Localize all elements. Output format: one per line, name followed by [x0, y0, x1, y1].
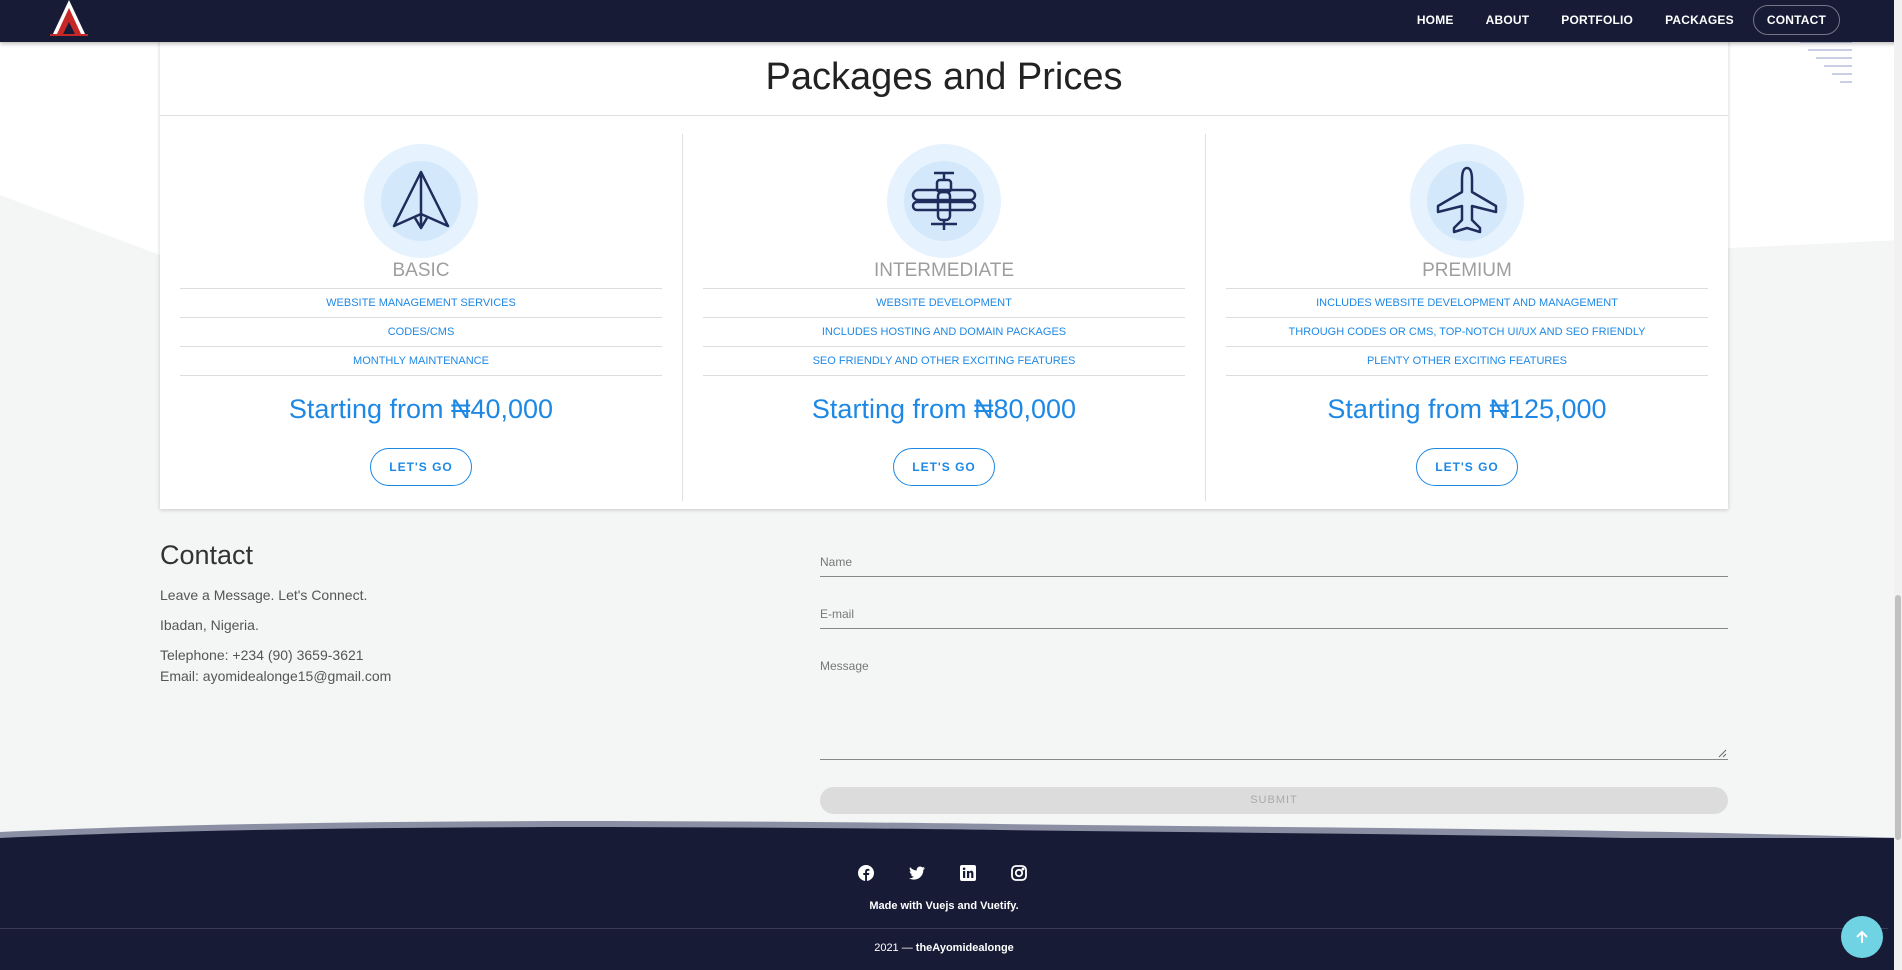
package-price: Starting from ₦40,000 — [288, 394, 554, 424]
email-field[interactable]: E-mail — [820, 604, 1728, 629]
twitter-icon[interactable] — [909, 865, 925, 881]
lets-go-button[interactable]: LET'S GO — [893, 448, 995, 486]
arrow-up-icon — [1856, 930, 1868, 943]
made-with-text: Made with Vuejs and Vuetify. — [869, 900, 1019, 912]
contact-title: Contact — [160, 540, 254, 570]
packages-card: Packages and Prices BASIC WEBSITE MANAGE… — [160, 36, 1728, 509]
social-links — [858, 865, 1027, 881]
package-price: Starting from ₦125,000 — [1327, 394, 1607, 424]
footer: Made with Vuejs and Vuetify. 2021 — theA… — [0, 838, 1902, 970]
biplane-icon — [911, 171, 977, 230]
resize-handle-icon[interactable] — [1718, 749, 1727, 758]
feature-item: INCLUDES HOSTING AND DOMAIN PACKAGES — [703, 318, 1185, 347]
feature-item: SEO FRIENDLY AND OTHER EXCITING FEATURES — [703, 347, 1185, 376]
lets-go-button[interactable]: LET'S GO — [370, 448, 472, 486]
contact-form: Name E-mail Message SUBMIT — [820, 552, 1728, 814]
package-icon-circle — [364, 144, 478, 258]
instagram-icon[interactable] — [1011, 865, 1027, 881]
contact-tagline: Leave a Message. Let's Connect. — [160, 587, 368, 603]
message-placeholder: Message — [820, 659, 869, 673]
feature-item: THROUGH CODES OR CMS, TOP-NOTCH UI/UX AN… — [1226, 318, 1708, 347]
message-field[interactable]: Message — [820, 656, 1728, 760]
copyright: 2021 — theAyomidealonge — [0, 942, 1888, 954]
package-basic: BASIC WEBSITE MANAGEMENT SERVICES CODES/… — [160, 134, 683, 501]
contact-email: Email: ayomidealonge15@gmail.com — [160, 668, 392, 684]
package-premium: PREMIUM INCLUDES WEBSITE DEVELOPMENT AND… — [1206, 134, 1728, 501]
feature-item: MONTHLY MAINTENANCE — [180, 347, 662, 376]
top-navbar: HOME ABOUT PORTFOLIO PACKAGES CONTACT — [0, 0, 1902, 42]
lets-go-button[interactable]: LET'S GO — [1416, 448, 1518, 486]
nav-packages[interactable]: PACKAGES — [1652, 6, 1747, 34]
scrollbar-thumb[interactable] — [1895, 595, 1901, 840]
main-nav: HOME ABOUT PORTFOLIO PACKAGES CONTACT — [1404, 5, 1840, 35]
nav-home[interactable]: HOME — [1404, 6, 1467, 34]
page-scrollbar[interactable] — [1894, 0, 1902, 970]
feature-item: PLENTY OTHER EXCITING FEATURES — [1226, 347, 1708, 376]
linkedin-icon[interactable] — [960, 865, 976, 881]
package-features: INCLUDES WEBSITE DEVELOPMENT AND MANAGEM… — [1226, 288, 1708, 376]
package-name: INTERMEDIATE — [873, 260, 1015, 281]
brand-logo[interactable] — [48, 0, 90, 38]
package-icon-circle — [1410, 144, 1524, 258]
name-field[interactable]: Name — [820, 552, 1728, 577]
airplane-icon — [1436, 166, 1498, 234]
package-features: WEBSITE MANAGEMENT SERVICES CODES/CMS MO… — [180, 288, 662, 376]
feature-item: WEBSITE DEVELOPMENT — [703, 289, 1185, 318]
contact-telephone: Telephone: +234 (90) 3659-3621 — [160, 647, 364, 663]
package-name: BASIC — [392, 260, 450, 281]
contact-location: Ibadan, Nigeria. — [160, 617, 259, 633]
footer-divider — [0, 928, 1888, 929]
nav-contact[interactable]: CONTACT — [1752, 5, 1840, 35]
facebook-icon[interactable] — [858, 865, 874, 881]
contact-info: Contact Leave a Message. Let's Connect. … — [160, 540, 391, 687]
copyright-year: 2021 — — [874, 942, 913, 954]
packages-title: Packages and Prices — [160, 36, 1728, 116]
submit-button[interactable]: SUBMIT — [820, 787, 1728, 814]
package-intermediate: INTERMEDIATE WEBSITE DEVELOPMENT INCLUDE… — [683, 134, 1206, 501]
packages-row: BASIC WEBSITE MANAGEMENT SERVICES CODES/… — [160, 134, 1728, 501]
scroll-to-top-button[interactable] — [1841, 916, 1883, 958]
package-icon-circle — [887, 144, 1001, 258]
paper-plane-icon — [392, 170, 450, 230]
nav-portfolio[interactable]: PORTFOLIO — [1548, 6, 1646, 34]
nav-about[interactable]: ABOUT — [1473, 6, 1543, 34]
package-name: PREMIUM — [1422, 260, 1512, 281]
package-price: Starting from ₦80,000 — [811, 394, 1077, 424]
package-features: WEBSITE DEVELOPMENT INCLUDES HOSTING AND… — [703, 288, 1185, 376]
feature-item: INCLUDES WEBSITE DEVELOPMENT AND MANAGEM… — [1226, 289, 1708, 318]
copyright-owner[interactable]: theAyomidealonge — [916, 942, 1014, 954]
feature-item: WEBSITE MANAGEMENT SERVICES — [180, 289, 662, 318]
feature-item: CODES/CMS — [180, 318, 662, 347]
